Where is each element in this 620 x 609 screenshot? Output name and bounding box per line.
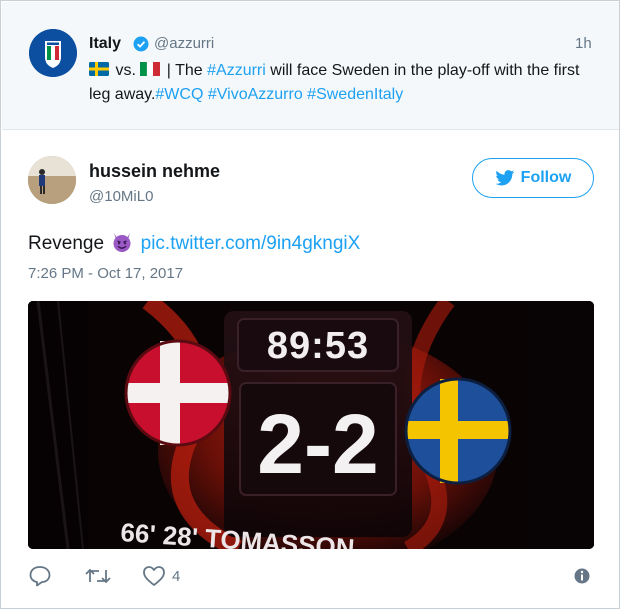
scoreboard-photo[interactable]: 89:53 2-2 66' 28' TOMASSON (28, 301, 594, 549)
match-clock: 89:53 (267, 325, 369, 367)
italy-crest-avatar[interactable] (29, 29, 77, 77)
author-handle[interactable]: @10MiL0 (89, 188, 153, 205)
parent-tweet-text: vs. | The #Azzurri will face Sweden in t… (89, 59, 604, 107)
parent-author-name[interactable]: Italy (89, 35, 121, 53)
smiling-devil-emoji-icon (113, 233, 131, 252)
like-count: 4 (172, 567, 181, 585)
heart-icon (143, 566, 165, 586)
tweet-timestamp[interactable]: 7:26 PM - Oct 17, 2017 (28, 265, 183, 282)
tweet-action-bar: 4 (28, 564, 594, 588)
italy-flag-icon (140, 62, 161, 76)
reply-icon (29, 566, 51, 587)
tweet-text-prefix: Revenge (28, 233, 110, 254)
parent-text-vs: vs. (111, 62, 141, 79)
sweden-flag-icon (89, 62, 109, 76)
follow-button[interactable]: Follow (472, 158, 594, 198)
match-score: 2-2 (257, 397, 378, 491)
retweet-icon (85, 568, 111, 584)
retweet-button[interactable] (84, 564, 112, 588)
tweet-card: Italy @azzurri 1h vs. | The #Azzurri wil… (0, 0, 620, 609)
denmark-flag-icon (124, 339, 232, 447)
pic-twitter-link[interactable]: pic.twitter.com/9in4gkngiX (141, 233, 361, 254)
hashtag-wcq-link[interactable]: #WCQ (155, 86, 203, 103)
verified-badge-icon (133, 36, 149, 52)
author-name[interactable]: hussein nehme (89, 161, 220, 182)
info-button[interactable] (573, 564, 591, 588)
quoted-parent-tweet[interactable]: Italy @azzurri 1h vs. | The #Azzurri wil… (2, 2, 619, 130)
hashtag-swedenitaly-link[interactable]: #SwedenItaly (307, 86, 403, 103)
scoreboard-image: 89:53 2-2 66' 28' TOMASSON (28, 301, 594, 549)
hashtag-azzurri-link[interactable]: #Azzurri (207, 62, 266, 79)
twitter-bird-icon (495, 170, 514, 186)
parent-timestamp[interactable]: 1h (575, 35, 592, 52)
author-avatar[interactable] (28, 156, 76, 204)
sweden-flag-ball-icon (404, 377, 512, 485)
info-icon (574, 568, 590, 584)
follow-button-label: Follow (520, 169, 572, 186)
reply-button[interactable] (28, 564, 52, 588)
hashtag-vivoazzurro-link[interactable]: #VivoAzzurro (208, 86, 303, 103)
tweet-text: Revenge pic.twitter.com/9in4gkngiX (28, 231, 360, 255)
parent-author-handle[interactable]: @azzurri (154, 35, 214, 52)
like-button[interactable]: 4 (142, 564, 180, 588)
parent-text-body: | The (162, 62, 208, 79)
